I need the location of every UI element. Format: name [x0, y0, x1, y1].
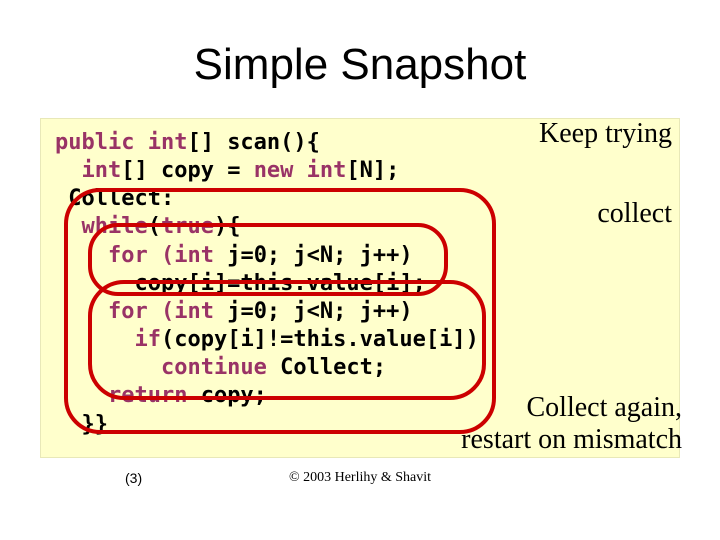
annotation-keep-trying: Keep trying	[539, 118, 672, 150]
copyright: © 2003 Herlihy & Shavit	[0, 470, 720, 486]
annotation-restart: Collect again, restart on mismatch	[461, 392, 682, 456]
slide-title: Simple Snapshot	[0, 0, 720, 102]
annotation-collect: collect	[597, 198, 672, 230]
